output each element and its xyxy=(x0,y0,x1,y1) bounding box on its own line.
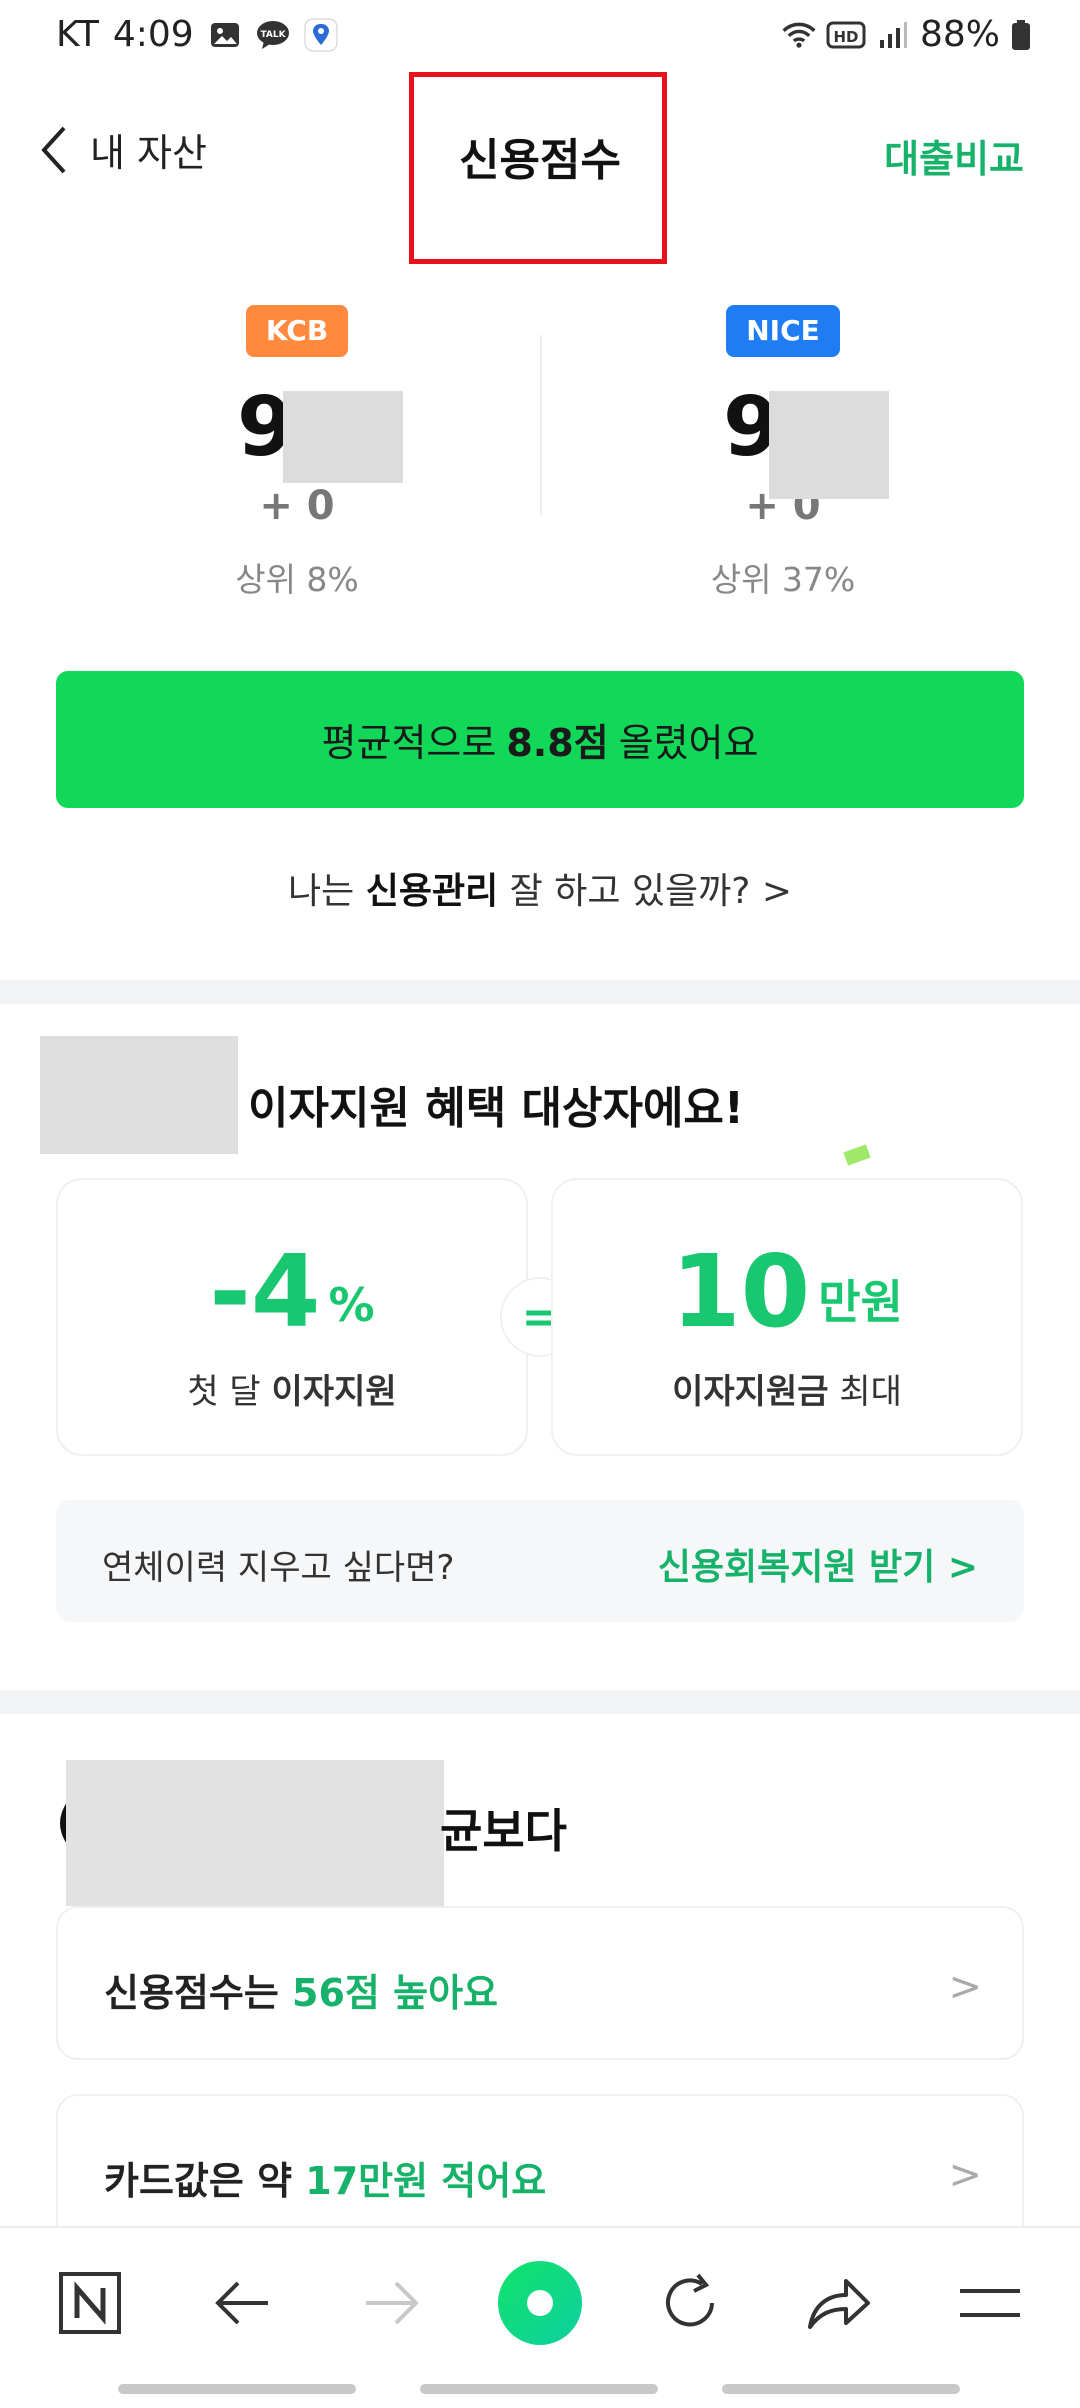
interest-discount-card[interactable]: -4 % 첫 달 이자지원 xyxy=(56,1178,528,1456)
map-pin-icon xyxy=(304,18,338,52)
credit-management-link[interactable]: 나는 신용관리 잘 하고 있을까? > xyxy=(0,862,1080,914)
compare-prefix: 신용점수는 xyxy=(104,1971,279,2015)
carrier: KT xyxy=(56,14,99,55)
agency-badge: KCB xyxy=(245,305,349,357)
promo-value: 10 만원 xyxy=(553,1232,1021,1342)
arrow-left-icon xyxy=(215,2281,268,2325)
score-increase-button[interactable]: 평균적으로 8.8점 올렸어요 xyxy=(56,671,1024,808)
promo-caption: 이자지원금 최대 xyxy=(553,1364,1021,1413)
chevron-right-icon: > xyxy=(948,2152,982,2198)
loan-compare-link[interactable]: 대출비교 xyxy=(884,128,1024,183)
hd-icon: HD xyxy=(826,18,866,52)
compare-text: 카드값은 약 17만원 적어요 xyxy=(104,2150,546,2205)
promo-caption: 첫 달 이자지원 xyxy=(58,1364,526,1413)
score-change: + 0 xyxy=(259,483,335,529)
recovery-question: 연체이력 지우고 싶다면? xyxy=(102,1548,455,1588)
signal-icon xyxy=(876,18,910,52)
share-button[interactable] xyxy=(794,2258,884,2348)
naver-home-button[interactable] xyxy=(45,2258,135,2348)
status-right: HD 88% xyxy=(782,14,1032,55)
score-mask xyxy=(283,391,403,483)
forward-nav-button[interactable] xyxy=(347,2258,437,2348)
svg-text:HD: HD xyxy=(833,28,858,46)
status-bar: KT 4:09 TALK HD 88% xyxy=(0,0,1080,72)
agency-badge: NICE xyxy=(726,305,840,357)
tab-indicator xyxy=(118,2384,356,2394)
credit-scores: KCB 98 + 0 상위 8% NICE 97 + 0 상위 37% xyxy=(0,305,1080,605)
share-arrow-icon xyxy=(808,2279,870,2329)
compare-highlight: 17만원 적어요 xyxy=(305,2159,547,2203)
compare-title: 균보다 xyxy=(440,1804,567,1858)
refresh-icon xyxy=(666,2273,714,2327)
score-value: 97 xyxy=(583,373,983,499)
green-dot-icon xyxy=(498,2261,582,2345)
arrow-right-icon xyxy=(366,2281,419,2325)
wifi-icon xyxy=(782,18,816,52)
compare-card-score[interactable]: 신용점수는 56점 높아요 > xyxy=(56,1906,1024,2060)
tab-indicator xyxy=(722,2384,960,2394)
caption-bold: 이자지원금 xyxy=(672,1372,829,1412)
compare-prefix: 카드값은 약 xyxy=(104,2159,293,2203)
tab-indicator xyxy=(420,2384,658,2394)
gallery-icon xyxy=(208,18,242,52)
green-dot-button[interactable] xyxy=(494,2258,586,2348)
naver-n-icon xyxy=(59,2272,121,2334)
link-prefix: 나는 xyxy=(288,871,355,912)
back-nav-button[interactable] xyxy=(197,2258,287,2348)
battery-percent: 88% xyxy=(919,14,1000,55)
chevron-right-icon: > xyxy=(761,871,792,912)
discount-value: -4 xyxy=(209,1233,321,1350)
masked-username xyxy=(40,1036,238,1154)
app-header: 내 자산 신용점수 대출비교 xyxy=(0,72,1080,264)
score-divider xyxy=(540,335,542,515)
kakaotalk-icon: TALK xyxy=(256,18,290,52)
battery-icon xyxy=(1010,18,1032,52)
masked-comparison-group xyxy=(66,1760,444,1906)
compare-highlight: 56점 높아요 xyxy=(292,1971,498,2015)
interest-support-card[interactable]: 10 만원 이자지원금 최대 xyxy=(551,1178,1023,1456)
chevron-right-icon: > xyxy=(948,1964,982,2010)
support-amount: 10 xyxy=(671,1233,811,1350)
promo-title: 이자지원 혜택 대상자에요! xyxy=(248,1083,744,1134)
support-unit: 만원 xyxy=(818,1275,903,1329)
chevron-right-icon: > xyxy=(947,1547,978,1588)
score-value: 98 xyxy=(97,373,497,483)
link-bold: 신용관리 xyxy=(365,871,499,912)
promo-value: -4 % xyxy=(58,1232,526,1342)
status-left: KT 4:09 TALK xyxy=(56,14,338,55)
score-card-kcb[interactable]: KCB 98 + 0 상위 8% xyxy=(97,305,497,601)
score-card-nice[interactable]: NICE 97 + 0 상위 37% xyxy=(583,305,983,601)
score-rank: 상위 8% xyxy=(235,560,359,599)
highlight-box xyxy=(409,72,667,264)
section-divider xyxy=(0,1690,1080,1714)
caption-plain: 최대 xyxy=(839,1372,902,1412)
clock: 4:09 xyxy=(112,14,194,55)
score-mask xyxy=(769,391,889,499)
credit-recovery-banner[interactable]: 연체이력 지우고 싶다면? 신용회복지원 받기 > xyxy=(56,1500,1024,1622)
svg-text:TALK: TALK xyxy=(260,30,286,40)
recovery-link[interactable]: 신용회복지원 받기 > xyxy=(658,1538,978,1590)
cta-suffix: 올렸어요 xyxy=(618,721,759,765)
compare-text: 신용점수는 56점 높아요 xyxy=(104,1962,498,2017)
cta-value: 8.8점 xyxy=(506,721,609,765)
menu-icon xyxy=(960,2289,1020,2317)
score-rank: 상위 37% xyxy=(710,560,856,599)
link-suffix: 잘 하고 있을까? xyxy=(509,871,751,912)
caption-bold: 이자지원 xyxy=(271,1372,397,1412)
browser-bottom-nav xyxy=(0,2226,1080,2408)
menu-button[interactable] xyxy=(945,2258,1035,2348)
caption-plain: 첫 달 xyxy=(187,1372,261,1412)
section-divider xyxy=(0,980,1080,1004)
cta-prefix: 평균적으로 xyxy=(321,721,497,765)
discount-unit: % xyxy=(328,1278,375,1332)
recovery-link-label: 신용회복지원 받기 xyxy=(657,1547,936,1588)
refresh-button[interactable] xyxy=(645,2258,735,2348)
